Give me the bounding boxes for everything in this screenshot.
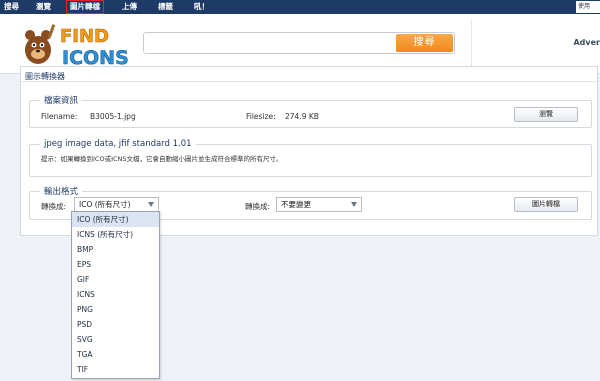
nav-search[interactable]: 搜尋 bbox=[4, 0, 19, 14]
dropdown-option[interactable]: TGA bbox=[72, 347, 159, 362]
dropdown-option[interactable]: EPS bbox=[72, 257, 159, 272]
divider bbox=[21, 81, 597, 82]
ad-text: Adver bbox=[573, 38, 600, 47]
dropdown-option[interactable]: PSD bbox=[72, 317, 159, 332]
nav-upload[interactable]: 上傳 bbox=[122, 0, 137, 14]
filesize-label: Filesize: bbox=[246, 112, 276, 121]
nav-roar[interactable]: 吼！ bbox=[194, 0, 209, 14]
filename-label: Filename: bbox=[41, 112, 78, 121]
output-format-legend: 輸出格式 bbox=[44, 187, 79, 197]
format-dropdown-list: ICO (所有尺寸) ICNS (所有尺寸) BMP EPS GIF ICNS … bbox=[71, 211, 160, 379]
dropdown-option[interactable]: ICO (所有尺寸) bbox=[72, 212, 159, 227]
size-select[interactable]: 不要變更 bbox=[276, 197, 362, 212]
top-nav: 搜尋 瀏覽 圖片轉檔 上傳 標籤 吼！ 使用 bbox=[0, 0, 600, 14]
filename-value: B3005-1.jpg bbox=[90, 112, 136, 121]
chevron-down-icon bbox=[351, 202, 357, 207]
format-select[interactable]: ICO (所有尺寸) bbox=[74, 197, 159, 212]
dropdown-option[interactable]: GIF bbox=[72, 272, 159, 287]
chevron-down-icon bbox=[148, 202, 154, 207]
dropdown-option[interactable]: SVG bbox=[72, 332, 159, 347]
size-label: 轉換成: bbox=[245, 202, 271, 211]
site-logo[interactable]: FIND ICONS bbox=[20, 20, 130, 70]
dropdown-option[interactable]: ICNS (所有尺寸) bbox=[72, 227, 159, 242]
dropdown-option[interactable]: BMP bbox=[72, 242, 159, 257]
nav-tags[interactable]: 標籤 bbox=[158, 0, 173, 14]
ad-box: Adver bbox=[471, 20, 600, 68]
filesize-value: 274.9 KB bbox=[285, 112, 319, 121]
file-info-section: 檔案資訊 Filename: B3005-1.jpg Filesize: 274… bbox=[29, 94, 592, 128]
file-info-legend: 檔案資訊 bbox=[44, 96, 79, 106]
svg-text:ICONS: ICONS bbox=[62, 47, 129, 68]
user-menu[interactable]: 使用 bbox=[576, 1, 600, 13]
nav-browse[interactable]: 瀏覽 bbox=[36, 0, 51, 14]
size-select-value: 不要變更 bbox=[281, 200, 311, 209]
search-button[interactable]: 搜尋 bbox=[396, 34, 453, 52]
search-input[interactable] bbox=[148, 36, 398, 50]
dropdown-option[interactable]: TIF bbox=[72, 362, 159, 377]
dropdown-option[interactable]: PNG bbox=[72, 302, 159, 317]
browse-button[interactable]: 瀏覽 bbox=[514, 107, 578, 122]
image-info-legend: jpeg image data, jfif standard 1.01 bbox=[44, 139, 192, 149]
nav-image-convert[interactable]: 圖片轉檔 bbox=[66, 0, 104, 14]
header: FIND ICONS 搜尋 Adver bbox=[0, 14, 600, 74]
dropdown-option[interactable]: ICNS bbox=[72, 287, 159, 302]
convert-button[interactable]: 圖片轉檔 bbox=[514, 197, 578, 212]
logo-wordmark: FIND ICONS bbox=[60, 26, 129, 68]
search-box: 搜尋 bbox=[143, 32, 455, 54]
format-select-value: ICO (所有尺寸) bbox=[79, 200, 131, 209]
conversion-hint: 提示：如果轉換到ICO或ICNS文檔，它會自動縮小圖片並生成符合標準的所有尺寸。 bbox=[41, 155, 283, 163]
svg-text:FIND: FIND bbox=[60, 26, 109, 47]
image-info-section: jpeg image data, jfif standard 1.01 提示：如… bbox=[29, 139, 592, 177]
convert-to-label: 轉換成: bbox=[41, 202, 67, 211]
